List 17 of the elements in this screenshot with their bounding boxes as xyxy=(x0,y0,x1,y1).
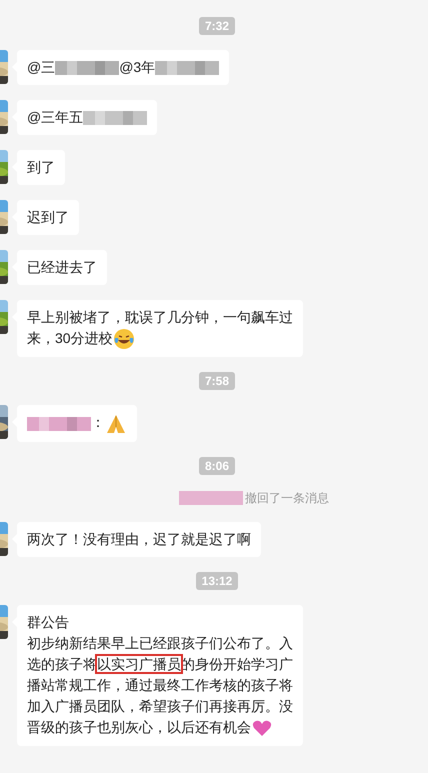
laughing-face-icon xyxy=(112,328,135,350)
message-text: @3年 xyxy=(119,59,156,75)
recall-notice: 撤回了一条消息 xyxy=(245,490,329,507)
timestamp: 13:12 xyxy=(196,572,238,590)
timestamp: 7:32 xyxy=(198,17,236,35)
message-text: 到了 xyxy=(27,159,55,175)
timestamp: 7:58 xyxy=(198,372,236,390)
timestamp: 8:06 xyxy=(198,456,236,475)
message-text: 早上别被堵了，耽误了几分钟，一句飙车过 xyxy=(27,308,293,327)
message-text: @三 xyxy=(27,59,56,75)
message-text: @三年五 xyxy=(27,109,84,125)
message-text: 已经进去了 xyxy=(27,259,97,275)
message-text: ： xyxy=(91,414,105,430)
message-text: 迟到了 xyxy=(27,209,69,225)
announcement-title: 群公告 xyxy=(27,612,70,632)
message-text: 来，30分进校 xyxy=(27,330,113,346)
message-text: 两次了！没有理由，迟了就是迟了啊 xyxy=(27,530,251,547)
